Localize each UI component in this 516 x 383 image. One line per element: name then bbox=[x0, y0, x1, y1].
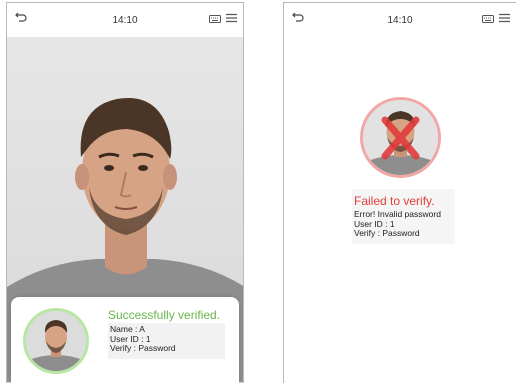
status-bar: 14:10 bbox=[284, 3, 516, 37]
verification-success-screen: 14:10 Successfully verified. Name: A Us… bbox=[6, 2, 244, 383]
user-avatar bbox=[23, 308, 89, 374]
failure-title: Failed to verify. bbox=[354, 194, 435, 208]
error-details: Error! Invalid password User ID : 1 Veri… bbox=[354, 209, 441, 239]
avatar-face-image bbox=[26, 311, 86, 371]
keyboard-icon[interactable] bbox=[209, 14, 221, 27]
verify-mode-line: Verify : Password bbox=[110, 343, 176, 353]
clock-time: 14:10 bbox=[112, 15, 138, 26]
menu-icon[interactable] bbox=[226, 13, 237, 26]
name-line: Name : A bbox=[110, 324, 145, 334]
verification-result-card: Successfully verified. Name : A User ID … bbox=[11, 297, 239, 383]
user-info-box: Name : A User ID : 1 Verify : Password bbox=[108, 323, 225, 359]
verify-mode-line: Verify : Password bbox=[354, 228, 420, 238]
verification-failed-screen: 14:10 Failed to verify. Error! Invalid p… bbox=[283, 2, 516, 383]
status-bar: 14:10 bbox=[7, 3, 243, 37]
keyboard-icon[interactable] bbox=[482, 14, 494, 27]
menu-icon[interactable] bbox=[499, 13, 510, 26]
success-title: Successfully verified. bbox=[108, 308, 221, 322]
error-cross-icon bbox=[381, 116, 420, 160]
failed-user-avatar bbox=[360, 97, 441, 178]
